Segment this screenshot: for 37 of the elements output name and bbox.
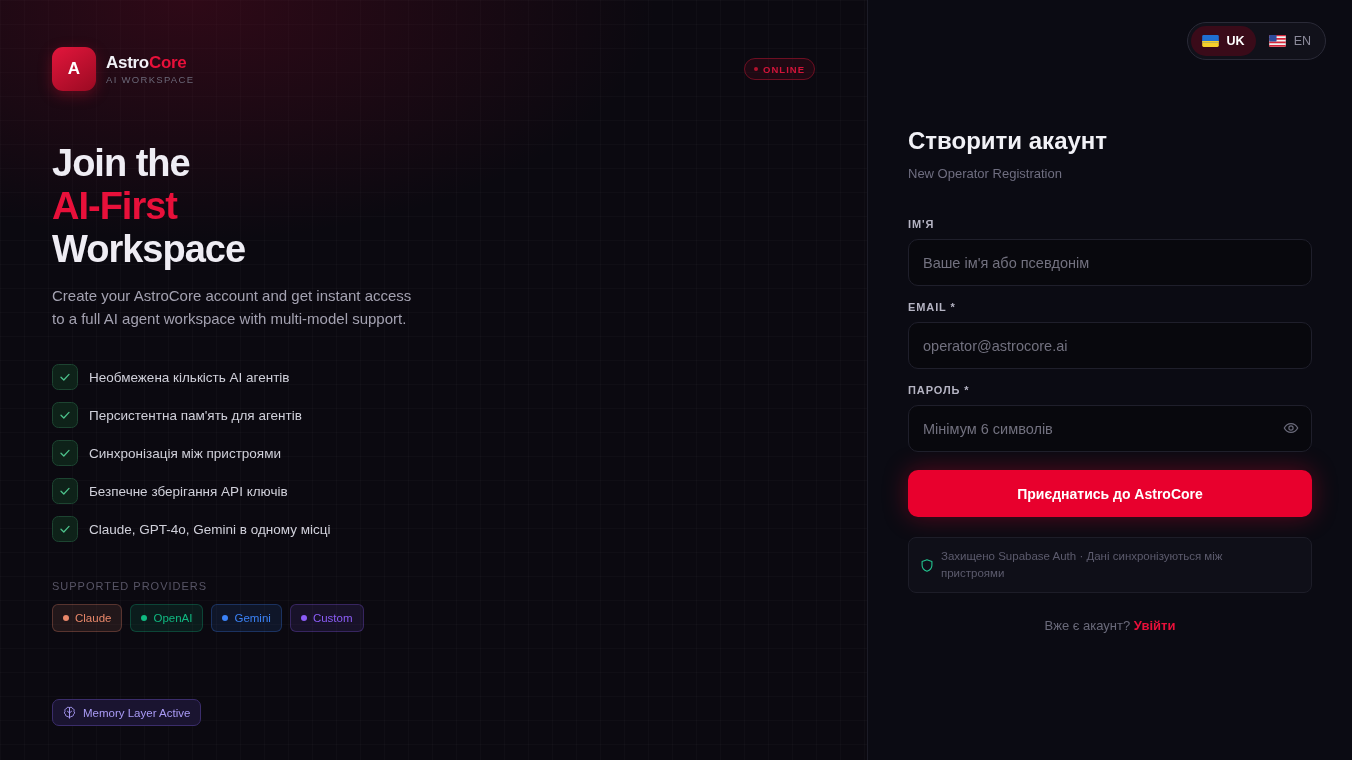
- field-label: ПАРОЛЬ *: [908, 383, 970, 397]
- status-label: ONLINE: [763, 63, 805, 75]
- feature-text: Необмежена кількість AI агентів: [89, 369, 290, 385]
- brand-tagline: AI WORKSPACE: [106, 73, 195, 86]
- email-field[interactable]: operator@astrocore.ai: [908, 322, 1312, 369]
- security-note-text: Захищено Supabase Auth · Дані синхронізуються між пристроями: [941, 549, 1224, 581]
- feature-text: Claude, GPT-4o, Gemini в одному місці: [89, 521, 331, 537]
- brand-name: AstroCore: [106, 52, 187, 73]
- password-field[interactable]: Мінімум 6 символів: [908, 405, 1312, 452]
- headline: Join the AI-First Workspace: [52, 142, 246, 271]
- app-logo: A: [52, 47, 96, 91]
- status-dot-icon: [754, 67, 759, 71]
- language-option[interactable]: UK: [1190, 26, 1256, 56]
- description: Create your AstroCore account and get instant access to a full AI agent workspace with multi-model support.: [52, 286, 413, 329]
- brain-icon: [63, 706, 76, 719]
- text-field[interactable]: Ваше ім'я або псевдонім: [908, 239, 1312, 286]
- feature-text: Персистентна пам'ять для агентів: [89, 407, 302, 423]
- provider-name: OpenAI: [153, 612, 193, 624]
- form-subtitle: New Operator Registration: [908, 166, 1062, 182]
- memory-status-label: Memory Layer Active: [83, 706, 191, 719]
- feature-text: Безпечне зберігання API ключів: [89, 483, 288, 499]
- field-label: EMAIL *: [908, 300, 956, 314]
- provider-name: Custom: [312, 612, 353, 624]
- flag-icon: [1201, 35, 1219, 47]
- provider-name: Claude: [75, 612, 112, 624]
- provider-name: Gemini: [234, 612, 271, 624]
- submit-button[interactable]: Приєднатись до AstroCore: [908, 470, 1312, 517]
- eye-icon[interactable]: [1283, 420, 1299, 436]
- shield-icon: [921, 558, 933, 572]
- login-link[interactable]: Увійти: [1133, 618, 1176, 633]
- form-title: Створити акаунт: [908, 126, 1108, 156]
- field-label: ІМ'Я: [908, 217, 935, 231]
- providers-heading: SUPPORTED PROVIDERS: [52, 579, 208, 593]
- language-option[interactable]: EN: [1257, 26, 1322, 56]
- flag-icon: [1268, 35, 1286, 47]
- feature-text: Синхронізація між пристроями: [89, 445, 281, 461]
- login-prompt: Вже є акаунт? Увійти: [1044, 617, 1176, 635]
